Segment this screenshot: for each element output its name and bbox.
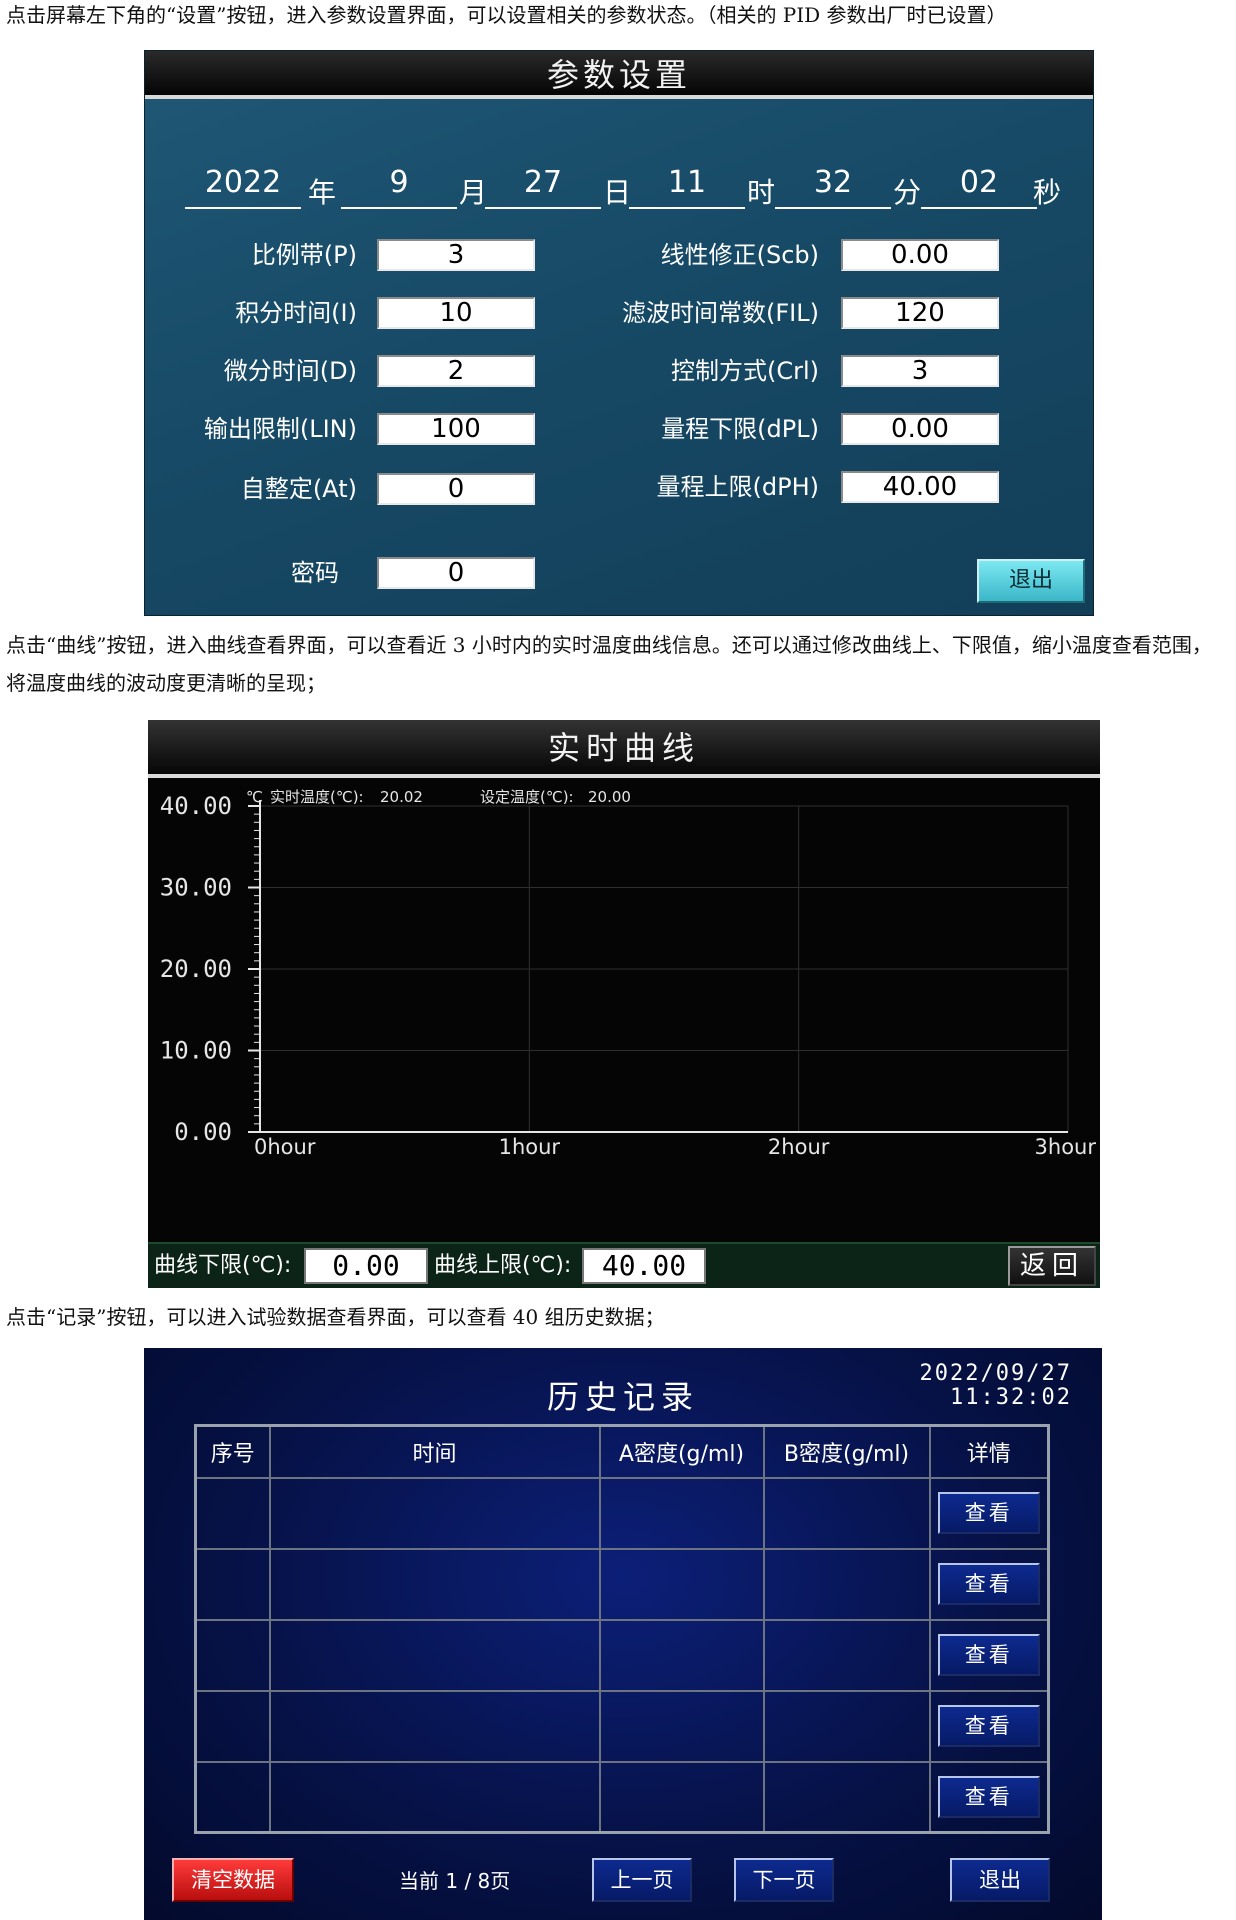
upper-limit-input[interactable]: 40.00 bbox=[582, 1248, 706, 1284]
column-header-b-density: B密度(g/ml) bbox=[762, 1424, 931, 1479]
setpoint-temp-label: 设定温度(℃): bbox=[480, 788, 574, 806]
title-bar: 参数设置 bbox=[145, 51, 1093, 99]
lower-limit-label: 曲线下限(℃): bbox=[154, 1253, 292, 1278]
param-input-fil[interactable]: 120 bbox=[841, 297, 999, 329]
time-text: 11:32:02 bbox=[950, 1385, 1072, 1410]
x-tick-label: 1hour bbox=[499, 1135, 561, 1159]
day-field[interactable]: 27 bbox=[485, 163, 601, 209]
realtime-temp-label: 实时温度(℃): bbox=[270, 788, 364, 806]
password-input[interactable]: 0 bbox=[377, 557, 535, 589]
x-tick-label: 0hour bbox=[254, 1135, 316, 1159]
table-row: 查看 bbox=[194, 1476, 1050, 1550]
param-label-at: 自整定(At) bbox=[240, 475, 357, 503]
setpoint-temp-value: 20.00 bbox=[588, 788, 631, 806]
lower-limit-input[interactable]: 0.00 bbox=[304, 1248, 428, 1284]
x-tick-label: 3hour bbox=[1035, 1135, 1097, 1159]
minute-field[interactable]: 32 bbox=[775, 163, 891, 209]
upper-limit-label: 曲线上限(℃): bbox=[434, 1253, 572, 1278]
table-row: 查看 bbox=[194, 1618, 1050, 1692]
param-label-lin: 输出限制(LIN) bbox=[203, 415, 357, 443]
view-button[interactable]: 查看 bbox=[937, 1492, 1040, 1534]
param-input-i[interactable]: 10 bbox=[377, 297, 535, 329]
curve-limit-bar: 曲线下限(℃): 0.00 曲线上限(℃): 40.00 返回 bbox=[148, 1242, 1100, 1288]
param-input-dpl[interactable]: 0.00 bbox=[841, 413, 999, 445]
datetime-display: 2022/09/27 11:32:02 bbox=[920, 1362, 1072, 1410]
param-label-i: 积分时间(I) bbox=[235, 299, 357, 327]
view-button[interactable]: 查看 bbox=[937, 1634, 1040, 1676]
month-unit: 月 bbox=[459, 176, 488, 209]
column-header-detail: 详情 bbox=[928, 1424, 1050, 1479]
password-label: 密码 bbox=[291, 559, 339, 587]
page-title: 参数设置 bbox=[546, 56, 691, 94]
y-tick-label: 20.00 bbox=[160, 955, 232, 983]
datetime-row: 2022 年 9 月 27 日 11 时 32 分 02 秒 bbox=[145, 163, 1093, 209]
param-label-dph: 量程上限(dPH) bbox=[656, 473, 819, 501]
column-header-a-density: A密度(g/ml) bbox=[598, 1424, 765, 1479]
y-tick-label: 30.00 bbox=[160, 874, 232, 902]
view-button[interactable]: 查看 bbox=[937, 1705, 1040, 1747]
next-page-button[interactable]: 下一页 bbox=[734, 1858, 834, 1902]
title-bar: 实时曲线 bbox=[148, 720, 1100, 778]
history-table: 序号 时间 A密度(g/ml) B密度(g/ml) 详情 查看 查看 查看 查看… bbox=[194, 1424, 1050, 1834]
caption-settings: 点击屏幕左下角的“设置”按钮，进入参数设置界面，可以设置相关的参数状态。（相关的… bbox=[6, 3, 1007, 27]
table-row: 查看 bbox=[194, 1689, 1050, 1763]
param-input-lin[interactable]: 100 bbox=[377, 413, 535, 445]
prev-page-button[interactable]: 上一页 bbox=[592, 1858, 692, 1902]
year-field[interactable]: 2022 bbox=[185, 163, 301, 209]
table-row: 查看 bbox=[194, 1760, 1050, 1834]
caption-history: 点击“记录”按钮，可以进入试验数据查看界面，可以查看 40 组历史数据； bbox=[6, 1305, 665, 1329]
column-header-index: 序号 bbox=[194, 1424, 271, 1479]
hour-field[interactable]: 11 bbox=[629, 163, 745, 209]
second-unit: 秒 bbox=[1033, 176, 1062, 209]
page-indicator: 当前 1 / 8页 bbox=[399, 1869, 511, 1893]
history-screen: 历史记录 2022/09/27 11:32:02 序号 时间 A密度(g/ml)… bbox=[144, 1348, 1102, 1920]
y-tick-label: 10.00 bbox=[160, 1037, 232, 1065]
month-field[interactable]: 9 bbox=[341, 163, 457, 209]
param-label-crl: 控制方式(Crl) bbox=[670, 357, 819, 385]
param-label-fil: 滤波时间常数(FIL) bbox=[622, 299, 819, 327]
param-input-crl[interactable]: 3 bbox=[841, 355, 999, 387]
realtime-temp-value: 20.02 bbox=[380, 788, 423, 806]
chart-layer: 40.00 30.00 20.00 10.00 0.00 0hour 1hour 2hour 3… bbox=[160, 792, 1097, 1159]
temperature-chart: ℃ 实时温度(℃): 20.02 设定温度(℃): 20.00 40.0030.… bbox=[160, 788, 1097, 1159]
year-unit: 年 bbox=[308, 176, 337, 209]
param-label-dpl: 量程下限(dPL) bbox=[661, 415, 819, 443]
page-title: 实时曲线 bbox=[547, 729, 700, 767]
day-unit: 日 bbox=[603, 176, 632, 209]
table-header-row: 序号 时间 A密度(g/ml) B密度(g/ml) 详情 bbox=[194, 1424, 1050, 1479]
date-text: 2022/09/27 bbox=[919, 1361, 1072, 1386]
param-input-p[interactable]: 3 bbox=[377, 239, 535, 271]
exit-button[interactable]: 退出 bbox=[950, 1858, 1050, 1902]
param-input-at[interactable]: 0 bbox=[377, 473, 535, 505]
settings-screen: 参数设置 2022 年 9 月 27 日 11 时 32 分 02 秒 比例带(… bbox=[144, 50, 1094, 616]
minute-unit: 分 bbox=[893, 176, 922, 209]
exit-button[interactable]: 退出 bbox=[977, 559, 1085, 603]
second-field[interactable]: 02 bbox=[921, 163, 1037, 209]
param-label-p: 比例带(P) bbox=[251, 241, 357, 269]
y-tick-label: 0.00 bbox=[174, 1118, 232, 1146]
back-button[interactable]: 返回 bbox=[1008, 1246, 1096, 1286]
param-label-d: 微分时间(D) bbox=[223, 357, 357, 385]
view-button[interactable]: 查看 bbox=[937, 1775, 1040, 1818]
y-tick-label: 40.00 bbox=[160, 792, 232, 820]
column-header-time: 时间 bbox=[268, 1424, 601, 1479]
table-row: 查看 bbox=[194, 1547, 1050, 1621]
param-input-d[interactable]: 2 bbox=[377, 355, 535, 387]
param-label-scb: 线性修正(Scb) bbox=[660, 241, 819, 269]
param-input-scb[interactable]: 0.00 bbox=[841, 239, 999, 271]
caption-curve: 点击“曲线”按钮，进入曲线查看界面，可以查看近 3 小时内的实时温度曲线信息。还… bbox=[6, 633, 1212, 695]
curve-screen: 实时曲线 ℃ 实时温度(℃): 20.02 设定温度(℃): 20.00 40.… bbox=[148, 720, 1100, 1288]
view-button[interactable]: 查看 bbox=[937, 1563, 1040, 1605]
clear-data-button[interactable]: 清空数据 bbox=[172, 1858, 294, 1902]
param-input-dph[interactable]: 40.00 bbox=[841, 471, 999, 503]
x-tick-label: 2hour bbox=[768, 1135, 830, 1159]
hour-unit: 时 bbox=[747, 176, 776, 209]
